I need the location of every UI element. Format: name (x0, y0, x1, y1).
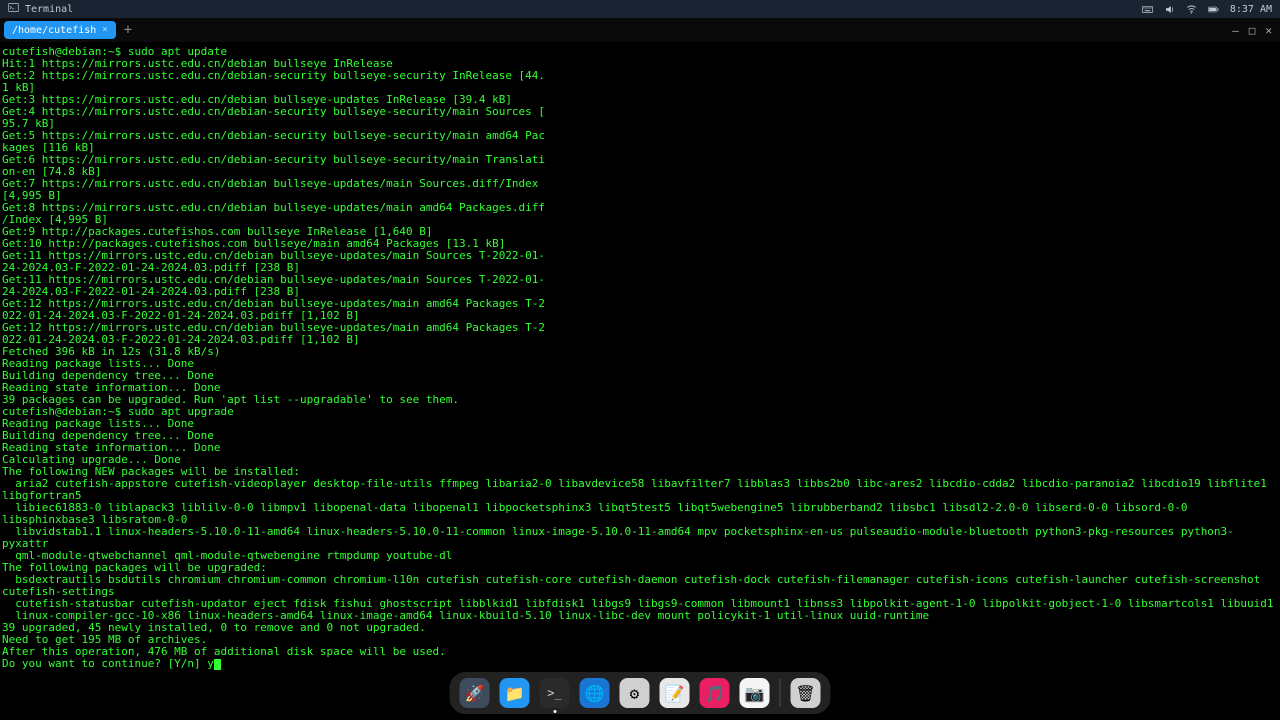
cursor (214, 659, 221, 670)
dock-camera-icon[interactable]: 📷 (740, 678, 770, 708)
dock-terminal-icon[interactable]: >_ (540, 678, 570, 708)
window-close-icon[interactable]: ✕ (1265, 24, 1272, 37)
dock-active-indicator (553, 710, 556, 713)
dock-launcher-icon[interactable]: 🚀 (460, 678, 490, 708)
volume-icon[interactable] (1164, 3, 1176, 15)
terminal-menubar-icon (8, 2, 19, 16)
battery-icon[interactable] (1208, 3, 1220, 15)
tab-home[interactable]: /home/cutefish × (4, 21, 116, 39)
dock-trash-icon[interactable]: 🗑 (791, 678, 821, 708)
terminal-output[interactable]: cutefish@debian:~$ sudo apt update Hit:1… (0, 42, 1280, 674)
window-maximize-icon[interactable]: □ (1249, 24, 1256, 37)
terminal-window: /home/cutefish × + — □ ✕ cutefish@debian… (0, 18, 1280, 720)
dock-notes-icon[interactable]: 📝 (660, 678, 690, 708)
wifi-icon[interactable] (1186, 3, 1198, 15)
window-minimize-icon[interactable]: — (1232, 24, 1239, 37)
dock-separator (780, 679, 781, 707)
system-topbar: Terminal 8:37 AM (0, 0, 1280, 18)
tab-bar: /home/cutefish × + — □ ✕ (0, 18, 1280, 42)
tab-close-icon[interactable]: × (102, 25, 107, 35)
dock-music-icon[interactable]: 🎵 (700, 678, 730, 708)
dock-files-icon[interactable]: 📁 (500, 678, 530, 708)
new-tab-button[interactable]: + (120, 22, 136, 38)
app-name[interactable]: Terminal (25, 4, 73, 15)
keyboard-icon[interactable] (1142, 3, 1154, 15)
dock-settings-icon[interactable]: ⚙ (620, 678, 650, 708)
dock-browser-icon[interactable]: 🌐 (580, 678, 610, 708)
dock: 🚀 📁 >_ 🌐 ⚙ 📝 🎵 📷 🗑 (450, 672, 831, 714)
clock[interactable]: 8:37 AM (1230, 4, 1272, 15)
tab-label: /home/cutefish (12, 25, 96, 36)
